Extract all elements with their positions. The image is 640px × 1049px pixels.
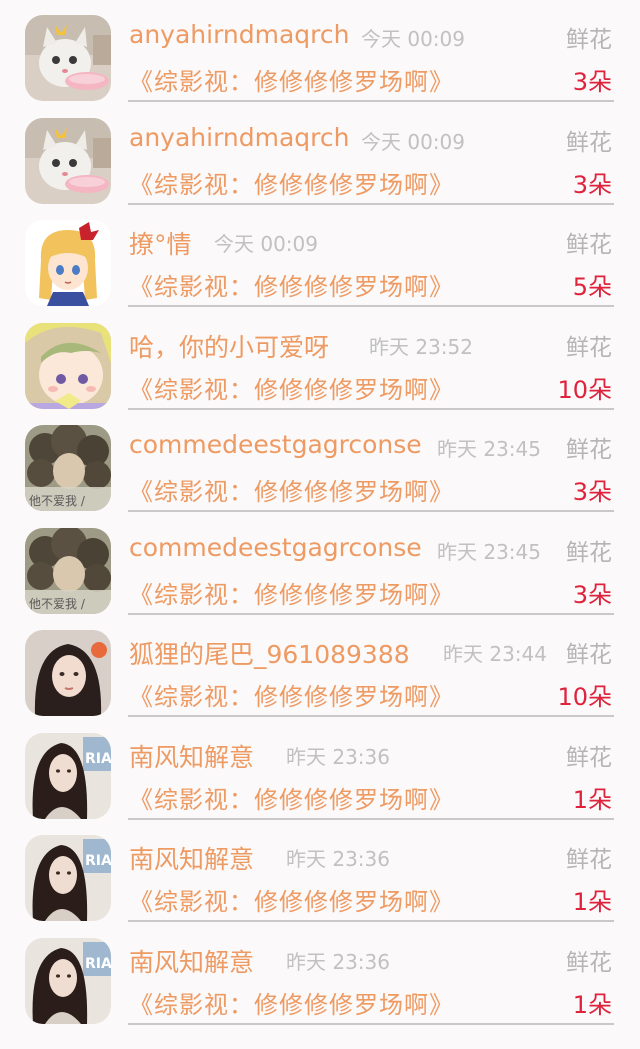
- gift-count: 3朵: [572, 170, 612, 199]
- gift-type-label: 鲜花: [566, 437, 612, 463]
- user-name[interactable]: commedeestgagrconse: [129, 533, 422, 562]
- avatar[interactable]: RIA: [25, 732, 111, 819]
- book-title[interactable]: 《综影视：修修修修罗场啊》: [129, 165, 454, 200]
- book-title[interactable]: 《综影视：修修修修罗场啊》: [129, 677, 454, 712]
- gift-type-label: 鲜花: [566, 27, 612, 53]
- avatar[interactable]: [25, 630, 111, 716]
- gift-count: 10朵: [557, 375, 612, 404]
- gift-count: 10朵: [557, 683, 612, 711]
- svg-text:RIA: RIA: [85, 751, 111, 767]
- user-name[interactable]: anyahirndmaqrch: [129, 20, 349, 49]
- gift-type-label: 鲜花: [566, 642, 612, 668]
- avatar[interactable]: RIA: [25, 937, 111, 1024]
- gift-type-label: 鲜花: [566, 539, 612, 566]
- timestamp: 昨天 23:52: [369, 334, 473, 359]
- book-title[interactable]: 《综影视：修修修修罗场啊》: [129, 267, 454, 302]
- list-item[interactable]: 撩°情 今天 00:09 鲜花 《综影视：修修修修罗场啊》 5朵: [0, 205, 640, 308]
- list-item[interactable]: 他不爱我 / commedeestgagrconse 昨天 23:45 鲜花 《…: [0, 513, 640, 616]
- user-name[interactable]: commedeestgagrconse: [129, 430, 422, 459]
- book-title[interactable]: 《综影视：修修修修罗场啊》: [129, 370, 454, 405]
- list-item[interactable]: 他不爱我 / commedeestgagrconse 昨天 23:45 鲜花 《…: [0, 410, 640, 513]
- list-item[interactable]: anyahirndmaqrch 今天 00:09 鲜花 《综影视：修修修修罗场啊…: [0, 103, 640, 206]
- timestamp: 昨天 23:36: [286, 949, 390, 974]
- book-title[interactable]: 《综影视：修修修修罗场啊》: [129, 780, 454, 815]
- user-name[interactable]: 狐狸的尾巴_961089388: [129, 635, 410, 671]
- gift-record-list[interactable]: anyahirndmaqrch 今天 00:09 鲜花 《综影视：修修修修罗场啊…: [0, 0, 640, 1049]
- timestamp: 昨天 23:45: [437, 539, 541, 564]
- list-item[interactable]: 狐狸的尾巴_961089388 昨天 23:44 鲜花 《综影视：修修修修罗场啊…: [0, 615, 640, 718]
- gift-type-label: 鲜花: [566, 334, 612, 361]
- gift-count: 1朵: [572, 990, 612, 1019]
- timestamp: 今天 00:09: [361, 27, 465, 51]
- list-item[interactable]: 哈，你的小可爱呀 昨天 23:52 鲜花 《综影视：修修修修罗场啊》 10朵: [0, 308, 640, 411]
- gift-count: 5朵: [572, 273, 612, 301]
- svg-text:他不爱我 /: 他不爱我 /: [29, 597, 86, 611]
- book-title[interactable]: 《综影视：修修修修罗场啊》: [129, 575, 454, 610]
- book-title[interactable]: 《综影视：修修修修罗场啊》: [129, 985, 454, 1020]
- user-name[interactable]: 南风知解意: [129, 840, 254, 876]
- svg-text:他不爱我 /: 他不爱我 /: [29, 494, 86, 508]
- gift-count: 1朵: [572, 888, 612, 916]
- timestamp: 昨天 23:45: [437, 437, 541, 461]
- book-title[interactable]: 《综影视：修修修修罗场啊》: [129, 472, 454, 507]
- book-title[interactable]: 《综影视：修修修修罗场啊》: [129, 62, 454, 97]
- avatar[interactable]: [25, 220, 111, 306]
- svg-text:RIA: RIA: [85, 853, 111, 869]
- gift-type-label: 鲜花: [566, 232, 612, 258]
- list-item[interactable]: RIA 南风知解意 昨天 23:36 鲜花 《综影视：修修修修罗场啊》 1朵: [0, 923, 640, 1026]
- avatar[interactable]: [25, 322, 111, 409]
- user-name[interactable]: 撩°情: [129, 225, 192, 261]
- user-name[interactable]: 哈，你的小可爱呀: [129, 328, 329, 364]
- user-name[interactable]: 南风知解意: [129, 738, 254, 774]
- timestamp: 昨天 23:44: [443, 642, 547, 666]
- gift-count: 3朵: [572, 478, 612, 506]
- gift-type-label: 鲜花: [566, 744, 612, 771]
- avatar[interactable]: 他不爱我 /: [25, 527, 111, 614]
- gift-count: 1朵: [572, 785, 612, 814]
- gift-type-label: 鲜花: [566, 847, 612, 873]
- avatar[interactable]: 他不爱我 /: [25, 425, 111, 511]
- gift-count: 3朵: [572, 580, 612, 609]
- gift-type-label: 鲜花: [566, 949, 612, 976]
- timestamp: 昨天 23:36: [286, 847, 390, 871]
- timestamp: 今天 00:09: [361, 129, 465, 154]
- list-item[interactable]: RIA 南风知解意 昨天 23:36 鲜花 《综影视：修修修修罗场啊》 1朵: [0, 718, 640, 821]
- divider: [128, 1022, 614, 1025]
- timestamp: 昨天 23:36: [286, 744, 390, 769]
- user-name[interactable]: anyahirndmaqrch: [129, 123, 349, 152]
- gift-type-label: 鲜花: [566, 129, 612, 156]
- user-name[interactable]: 南风知解意: [129, 943, 254, 979]
- gift-count: 3朵: [572, 68, 612, 96]
- avatar[interactable]: [25, 15, 111, 101]
- avatar[interactable]: [25, 117, 111, 204]
- timestamp: 今天 00:09: [214, 232, 318, 256]
- svg-text:RIA: RIA: [85, 956, 111, 972]
- book-title[interactable]: 《综影视：修修修修罗场啊》: [129, 882, 454, 917]
- list-item[interactable]: RIA 南风知解意 昨天 23:36 鲜花 《综影视：修修修修罗场啊》 1朵: [0, 820, 640, 923]
- list-item[interactable]: anyahirndmaqrch 今天 00:09 鲜花 《综影视：修修修修罗场啊…: [0, 0, 640, 103]
- avatar[interactable]: RIA: [25, 835, 111, 921]
